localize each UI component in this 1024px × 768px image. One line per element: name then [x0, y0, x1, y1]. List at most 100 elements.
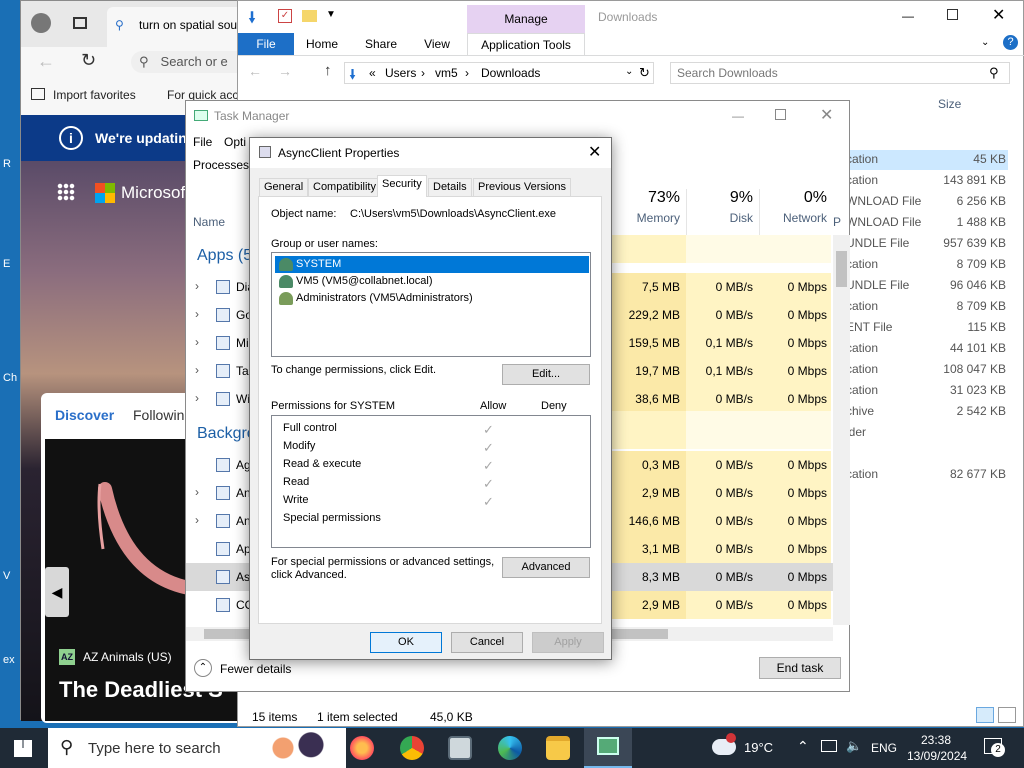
apps-grid-icon[interactable] [57, 183, 75, 201]
tab-compatibility[interactable]: Compatibility [308, 178, 381, 196]
breadcrumb-users[interactable]: Users [385, 66, 416, 80]
file-row[interactable]: cation 82 677 KB [846, 464, 1012, 485]
file-row[interactable] [846, 443, 1012, 464]
close-button[interactable]: ✕ [992, 5, 1005, 25]
refresh-icon[interactable]: ↻ [81, 50, 96, 71]
language-indicator[interactable]: ENG [871, 741, 897, 755]
tab-previous-versions[interactable]: Previous Versions [473, 178, 572, 196]
fewer-details-icon[interactable]: ⌃ [194, 659, 212, 677]
search-highlight-icon[interactable] [262, 732, 332, 764]
system-icon[interactable] [448, 736, 472, 760]
ok-button[interactable]: OK [370, 632, 442, 653]
nav-up-icon[interactable]: ↑ [324, 62, 332, 79]
clock-date[interactable]: 13/09/2024 [907, 749, 967, 763]
clock-time[interactable]: 23:38 [921, 733, 951, 747]
file-row[interactable]: cation 143 891 KB [846, 170, 1012, 191]
column-size-header[interactable]: Size [938, 97, 961, 111]
network-icon[interactable] [821, 740, 837, 752]
tm-power-header[interactable]: P [833, 215, 841, 229]
file-row[interactable]: WNLOAD File 1 488 KB [846, 212, 1012, 233]
import-favorites-link[interactable]: Import favorites [53, 88, 136, 102]
search-box[interactable]: Search Downloads ⚲ [670, 62, 1010, 84]
file-row[interactable]: chive 2 542 KB [846, 401, 1012, 422]
user-name[interactable]: SYSTEM [296, 258, 341, 270]
profile-icon[interactable] [31, 13, 51, 33]
file-row[interactable]: WNLOAD File 6 256 KB [846, 191, 1012, 212]
edge-icon[interactable] [498, 736, 522, 760]
tm-scroll-thumb[interactable] [836, 251, 847, 287]
tab-details[interactable]: Details [428, 178, 472, 196]
tm-minimize-button[interactable]: — [732, 109, 744, 123]
cancel-button[interactable]: Cancel [451, 632, 523, 653]
chrome-icon[interactable] [400, 736, 424, 760]
permissions-list[interactable] [271, 415, 591, 548]
tm-menu-file[interactable]: File [193, 135, 212, 149]
search-icon[interactable]: ⚲ [989, 65, 999, 81]
tm-column-name[interactable]: Name [193, 215, 225, 229]
tab-general[interactable]: General [259, 178, 309, 196]
breadcrumb-downloads[interactable]: Downloads [481, 66, 540, 80]
notification-icon[interactable]: 2 [984, 738, 1005, 757]
file-row[interactable]: cation 108 047 KB [846, 359, 1012, 380]
back-icon[interactable]: ← [37, 51, 55, 72]
user-name[interactable]: VM5 (VM5@collabnet.local) [296, 275, 433, 287]
view-details-icon[interactable] [976, 707, 994, 723]
expand-chevron-icon[interactable]: › [195, 485, 199, 499]
file-row[interactable]: cation 8 709 KB [846, 254, 1012, 275]
tm-maximize-button[interactable] [775, 109, 786, 120]
user-name[interactable]: Administrators (VM5\Administrators) [296, 292, 473, 304]
fewer-details-link[interactable]: Fewer details [220, 662, 291, 676]
file-row[interactable]: lder [846, 422, 1012, 443]
minimize-button[interactable]: — [902, 9, 914, 23]
file-row[interactable]: UNDLE File 957 639 KB [846, 233, 1012, 254]
start-button[interactable] [14, 740, 32, 757]
properties-icon[interactable]: ✓ [278, 9, 292, 23]
ribbon-home-tab[interactable]: Home [296, 33, 348, 55]
breadcrumb-vm5[interactable]: vm5 [435, 66, 458, 80]
expand-chevron-icon[interactable]: › [195, 363, 199, 377]
volume-icon[interactable]: 🔈 [846, 738, 862, 754]
advanced-button[interactable]: Advanced [502, 557, 590, 578]
address-bar[interactable]: 🠛 « Users › vm5 › Downloads ⌄ ↻ [344, 62, 654, 84]
tm-scrollbar[interactable] [833, 235, 850, 625]
tm-tab-processes[interactable]: Processes [193, 158, 249, 172]
maximize-button[interactable] [947, 9, 958, 20]
tm-menu-options[interactable]: Opti [224, 135, 246, 149]
file-explorer-icon[interactable] [546, 736, 570, 760]
expand-chevron-icon[interactable]: › [195, 335, 199, 349]
firefox-icon[interactable] [350, 736, 374, 760]
file-row[interactable]: UNDLE File 96 046 KB [846, 275, 1012, 296]
edit-button[interactable]: Edit... [502, 364, 590, 385]
tab-security[interactable]: Security [377, 175, 427, 197]
address-refresh-icon[interactable]: ↻ [639, 65, 650, 81]
expand-chevron-icon[interactable]: › [195, 513, 199, 527]
file-row[interactable]: cation 44 101 KB [846, 338, 1012, 359]
view-tiles-icon[interactable] [998, 707, 1016, 723]
weather-icon[interactable] [712, 733, 736, 755]
file-row[interactable]: ENT File 115 KB [846, 317, 1012, 338]
new-folder-icon[interactable] [302, 10, 317, 22]
customize-qat-icon[interactable]: ▼ [326, 9, 336, 20]
breadcrumb-prefix[interactable]: « [369, 66, 376, 80]
expand-chevron-icon[interactable]: › [195, 279, 199, 293]
feed-tab-following[interactable]: Followin [133, 407, 184, 423]
task-manager-taskbar-button[interactable] [584, 728, 632, 768]
expand-chevron-icon[interactable]: › [195, 307, 199, 321]
address-dropdown-icon[interactable]: ⌄ [625, 66, 633, 77]
tm-network-header[interactable]: 0% Network [759, 189, 831, 235]
tm-close-button[interactable]: ✕ [820, 105, 833, 125]
nav-back-icon[interactable]: ← [248, 63, 262, 79]
tab-actions-icon[interactable] [73, 17, 87, 29]
feed-tab-discover[interactable]: Discover [55, 407, 114, 423]
file-row[interactable]: cation 31 023 KB [846, 380, 1012, 401]
nav-forward-icon[interactable]: → [278, 63, 292, 79]
apply-button[interactable]: Apply [532, 632, 604, 653]
expand-chevron-icon[interactable]: › [195, 391, 199, 405]
ribbon-expand-icon[interactable]: ⌄ [981, 37, 989, 48]
tm-disk-header[interactable]: 9% Disk [686, 189, 759, 235]
manage-label[interactable]: Manage [467, 12, 585, 26]
file-row[interactable]: cation 45 KB [846, 149, 1012, 170]
carousel-prev-button[interactable]: ◀ [45, 567, 69, 617]
dialog-close-button[interactable]: ✕ [588, 142, 601, 162]
ribbon-app-tools-tab[interactable]: Application Tools [467, 33, 585, 55]
